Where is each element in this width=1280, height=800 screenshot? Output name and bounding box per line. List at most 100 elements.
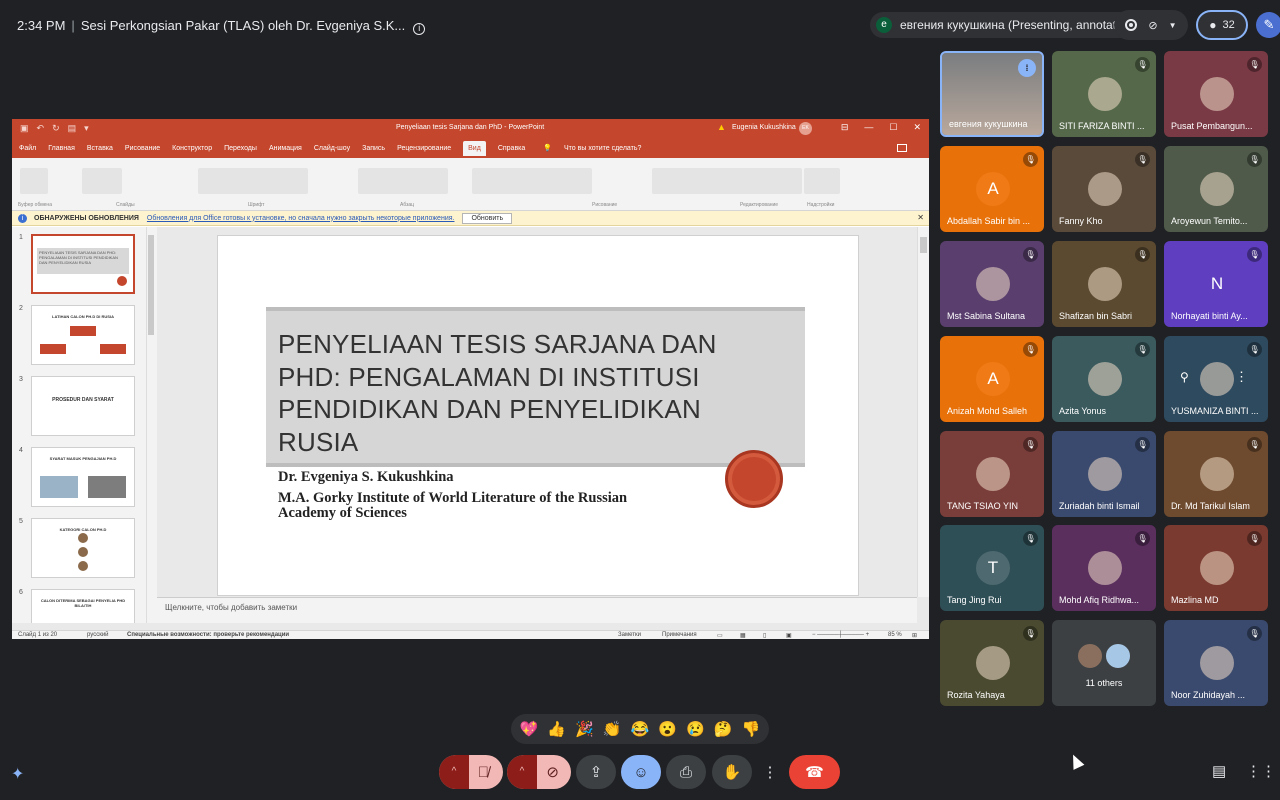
participant-tile[interactable]: 11 others xyxy=(1052,620,1156,706)
participant-tile[interactable]: Dr. Md Tarikul Islam 🎙 xyxy=(1164,431,1268,517)
slide-thumbnail[interactable]: KATEGORI CALON PH.D xyxy=(31,518,135,578)
ai-tools-button[interactable]: ✎ xyxy=(1256,12,1280,38)
comments-icon[interactable] xyxy=(897,144,907,152)
tab-insert[interactable]: Вставка xyxy=(87,145,113,152)
present-button[interactable]: ⇪ xyxy=(576,755,616,789)
participant-tile[interactable]: Rozita Yahaya 🎙 xyxy=(940,620,1044,706)
notice-link[interactable]: Обновления для Office готовы к установке… xyxy=(147,215,455,222)
normal-view-icon[interactable]: ▭ xyxy=(717,632,723,639)
tab-transitions[interactable]: Переходы xyxy=(224,145,257,152)
close-icon[interactable]: ✕ xyxy=(913,122,921,133)
pin-icon[interactable]: ⚲ xyxy=(1180,370,1189,384)
captions-button[interactable]: ⎙ xyxy=(666,755,706,789)
thumbnail-row-6[interactable]: 6 CALON DITERIMA SEBAGAI PENYELIA PHD BI… xyxy=(18,589,148,623)
notes-pane[interactable]: Щелкните, чтобы добавить заметки xyxy=(157,597,917,623)
ribbon-paste-button[interactable] xyxy=(20,168,48,194)
reaction-party[interactable]: 🎉 xyxy=(575,720,594,738)
slideshow-icon[interactable]: ▣ xyxy=(786,632,792,639)
reading-view-icon[interactable]: ▯ xyxy=(763,632,766,639)
participant-tile[interactable]: A Anizah Mohd Salleh 🎙 xyxy=(940,336,1044,422)
zoom-slider[interactable]: − ─────┼───── + xyxy=(812,632,869,638)
gemini-sparkle-icon[interactable]: ✦ xyxy=(11,764,33,786)
ribbon-font-group[interactable] xyxy=(198,168,308,194)
slide-thumbnail[interactable]: SYARAT MASUK PENGAJIAN PH.D xyxy=(31,447,135,507)
zoom-level[interactable]: 85 % xyxy=(888,632,902,638)
tell-me-search[interactable]: Что вы хотите сделать? xyxy=(564,145,641,152)
participant-tile[interactable]: SITI FARIZA BINTI ... 🎙 xyxy=(1052,51,1156,137)
minimize-icon[interactable]: — xyxy=(864,122,873,133)
ribbon-addins-button[interactable] xyxy=(804,168,840,194)
camera-options-chevron-icon[interactable]: ^ xyxy=(507,755,537,789)
people-button[interactable]: ● 32 xyxy=(1196,10,1248,40)
reaction-thinking[interactable]: 🤔 xyxy=(714,720,733,738)
thumbnail-row-4[interactable]: 4 SYARAT MASUK PENGAJIAN PH.D xyxy=(18,447,148,507)
more-options-button[interactable]: ⋮ xyxy=(757,755,783,789)
leave-call-button[interactable]: ☎ xyxy=(789,755,840,789)
ribbon-paragraph-group[interactable] xyxy=(358,168,448,194)
tab-file[interactable]: Файл xyxy=(19,145,36,152)
participant-tile[interactable]: Azita Yonus 🎙 xyxy=(1052,336,1156,422)
status-accessibility[interactable]: Специальные возможности: проверьте реком… xyxy=(127,632,289,638)
participant-tile[interactable]: Zuriadah binti Ismail 🎙 xyxy=(1052,431,1156,517)
slide-thumbnail[interactable]: CALON DITERIMA SEBAGAI PENYELIA PHD BILA… xyxy=(31,589,135,623)
participant-tile[interactable]: TANG TSIAO YIN 🎙 xyxy=(940,431,1044,517)
mic-options-chevron-icon[interactable]: ^ xyxy=(439,755,469,789)
thumbnail-row-1[interactable]: 1 PENYELIAAN TESIS SARJANA DAN PHD: PENG… xyxy=(18,234,148,294)
slide-thumbnail[interactable]: PROSEDUR DAN SYARAT xyxy=(31,376,135,436)
ribbon-editing-group[interactable] xyxy=(652,168,802,194)
ribbon-drawing-group[interactable] xyxy=(472,168,592,194)
reaction-heart[interactable]: 💖 xyxy=(520,720,539,738)
emoji-button[interactable]: ☺ xyxy=(621,755,661,789)
reaction-surprised[interactable]: 😮 xyxy=(658,720,677,738)
tab-home[interactable]: Главная xyxy=(48,145,75,152)
participant-tile[interactable]: евгения кукушкина ⁞ xyxy=(940,51,1044,137)
status-language[interactable]: русский xyxy=(87,632,109,638)
fit-slide-icon[interactable]: ⊞ xyxy=(912,632,917,639)
thumbnail-row-2[interactable]: 2 LATIHAN CALON PH.D DI RUSIA xyxy=(18,305,148,365)
participant-tile[interactable]: Noor Zuhidayah ... 🎙 xyxy=(1164,620,1268,706)
ribbon-new-slide-button[interactable] xyxy=(82,168,122,194)
reaction-thumbs-down[interactable]: 👎 xyxy=(742,720,761,738)
tab-record[interactable]: Запись xyxy=(362,145,385,152)
reaction-laugh[interactable]: 😂 xyxy=(631,720,650,738)
participant-tile[interactable]: T Tang Jing Rui 🎙 xyxy=(940,525,1044,611)
mic-button[interactable]: ^ 🎙̸ xyxy=(439,755,503,789)
status-notes-button[interactable]: Заметки xyxy=(618,632,641,638)
undo-icon[interactable]: ↶ xyxy=(37,123,45,134)
slide-thumbnail[interactable]: PENYELIAAN TESIS SARJANA DAN PHD: PENGAL… xyxy=(31,234,135,294)
close-notice-icon[interactable]: ✕ xyxy=(917,213,924,222)
participant-tile[interactable]: Mst Sabina Sultana 🎙 xyxy=(940,241,1044,327)
present-from-start-icon[interactable]: ▤ xyxy=(68,123,77,134)
chat-icon[interactable]: ▤ xyxy=(1212,762,1226,780)
thumbnail-row-5[interactable]: 5 KATEGORI CALON PH.D xyxy=(18,518,148,578)
tab-help[interactable]: Справка xyxy=(498,145,525,152)
thumbnails-scrollbar[interactable] xyxy=(146,227,155,623)
tab-view[interactable]: Вид xyxy=(463,140,486,156)
participant-tile[interactable]: Mazlina MD 🎙 xyxy=(1164,525,1268,611)
participant-tile[interactable]: Fanny Kho 🎙 xyxy=(1052,146,1156,232)
raise-hand-button[interactable]: ✋ xyxy=(712,755,752,789)
participant-tile[interactable]: Shafizan bin Sabri 🎙 xyxy=(1052,241,1156,327)
tab-draw[interactable]: Рисование xyxy=(125,145,160,152)
reaction-sad[interactable]: 😢 xyxy=(686,720,705,738)
participant-tile[interactable]: ⚲ ⋮ YUSMANIZA BINTI ... 🎙 xyxy=(1164,336,1268,422)
save-icon[interactable]: ▣ xyxy=(20,123,29,134)
camera-button[interactable]: ^ ⊘ xyxy=(507,755,571,789)
tab-review[interactable]: Рецензирование xyxy=(397,145,451,152)
slide-sorter-icon[interactable]: ▦ xyxy=(740,632,746,639)
activities-grid-icon[interactable]: ⋮⋮⋮ xyxy=(1246,762,1280,780)
ppt-user-avatar[interactable]: EK xyxy=(799,122,812,135)
slide-thumbnail[interactable]: LATIHAN CALON PH.D DI RUSIA xyxy=(31,305,135,365)
reaction-clap[interactable]: 👏 xyxy=(603,720,622,738)
more-vert-icon[interactable]: ⋮ xyxy=(1235,369,1248,385)
participant-tile[interactable]: A Abdallah Sabir bin ... 🎙 xyxy=(940,146,1044,232)
participant-tile[interactable]: N Norhayati binti Ay... 🎙 xyxy=(1164,241,1268,327)
slide-scrollbar[interactable] xyxy=(917,227,929,597)
status-comments-button[interactable]: Примечания xyxy=(662,632,697,638)
participant-tile[interactable]: Pusat Pembangun... 🎙 xyxy=(1164,51,1268,137)
recording-button[interactable]: ⊘ ▼ xyxy=(1114,10,1188,40)
ribbon-display-icon[interactable]: ⊟ xyxy=(841,122,849,133)
tab-slideshow[interactable]: Слайд-шоу xyxy=(314,145,350,152)
participant-tile[interactable]: Aroyewun Temito... 🎙 xyxy=(1164,146,1268,232)
current-slide[interactable]: PENYELIAAN TESIS SARJANA DAN PHD: PENGAL… xyxy=(217,235,859,596)
